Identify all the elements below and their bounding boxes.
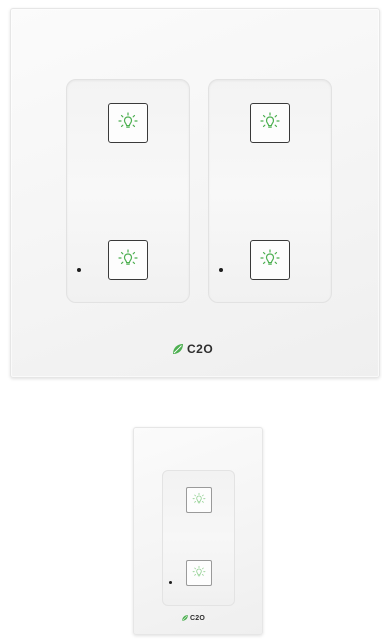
brand-logo: C2O [181,614,205,622]
single-gang-panel [162,470,235,606]
lightbulb-icon [118,112,138,128]
right-bottom-light-button[interactable] [250,240,290,280]
indicator-led [219,268,223,272]
lightbulb-icon [260,112,280,128]
leaf-icon [182,615,188,621]
large-switch-plate: C2O [10,8,380,378]
left-top-light-button[interactable] [108,103,148,143]
lightbulb-icon [260,249,280,265]
left-bottom-light-button[interactable] [108,240,148,280]
lightbulb-icon [192,565,206,577]
brand-name: C2O [187,342,214,356]
leaf-icon [173,344,183,354]
indicator-led [169,581,172,584]
small-switch-plate: C2O [133,427,263,635]
right-gang-panel [208,79,332,303]
top-light-button[interactable] [186,487,212,513]
lightbulb-icon [192,492,206,504]
bottom-light-button[interactable] [186,560,212,586]
brand-logo: C2O [171,342,213,356]
right-top-light-button[interactable] [250,103,290,143]
indicator-led [77,268,81,272]
lightbulb-icon [118,249,138,265]
brand-name: C2O [190,614,205,622]
left-gang-panel [66,79,190,303]
